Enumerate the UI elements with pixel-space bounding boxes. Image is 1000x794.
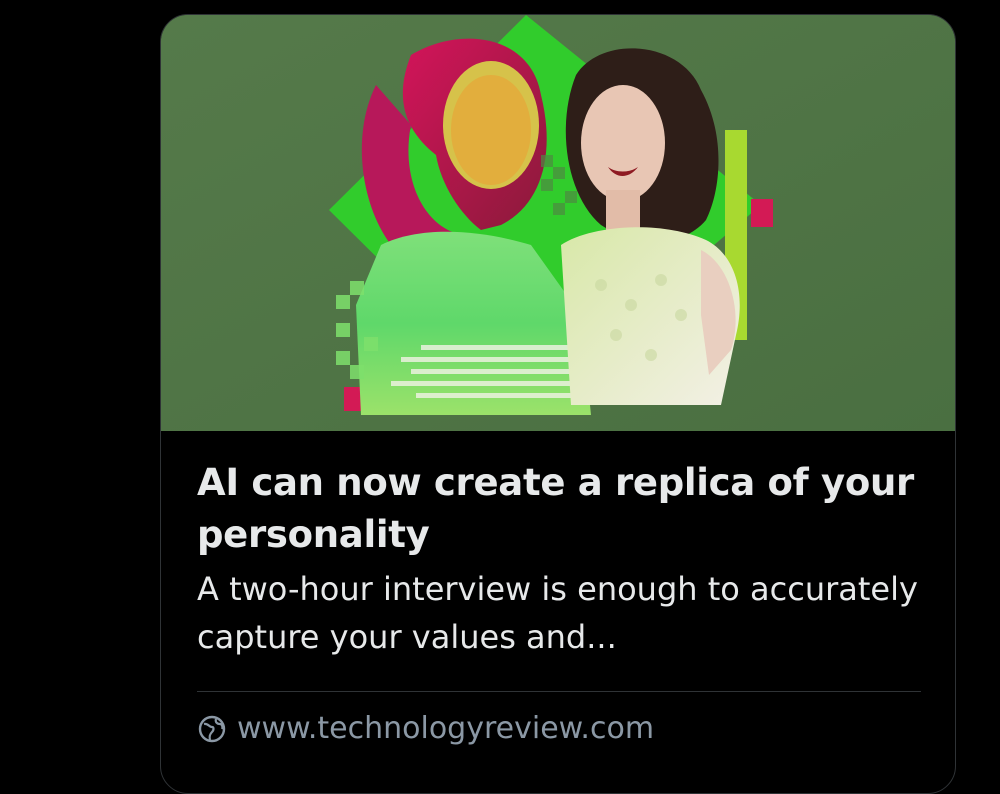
article-description: A two-hour interview is enough to accura…	[197, 570, 918, 656]
globe-link-icon	[198, 715, 226, 742]
article-thumbnail-image[interactable]	[161, 15, 955, 431]
card-divider	[197, 691, 921, 692]
card-text-area[interactable]: AI can now create a replica of your pers…	[197, 431, 927, 661]
two-women-glitch-illustration	[161, 15, 955, 431]
source-domain[interactable]: www.technologyreview.com	[237, 711, 654, 746]
source-link[interactable]: www.technologyreview.com	[197, 711, 654, 746]
link-preview-card[interactable]: AI can now create a replica of your pers…	[160, 14, 956, 794]
article-title[interactable]: AI can now create a replica of your pers…	[197, 431, 927, 561]
